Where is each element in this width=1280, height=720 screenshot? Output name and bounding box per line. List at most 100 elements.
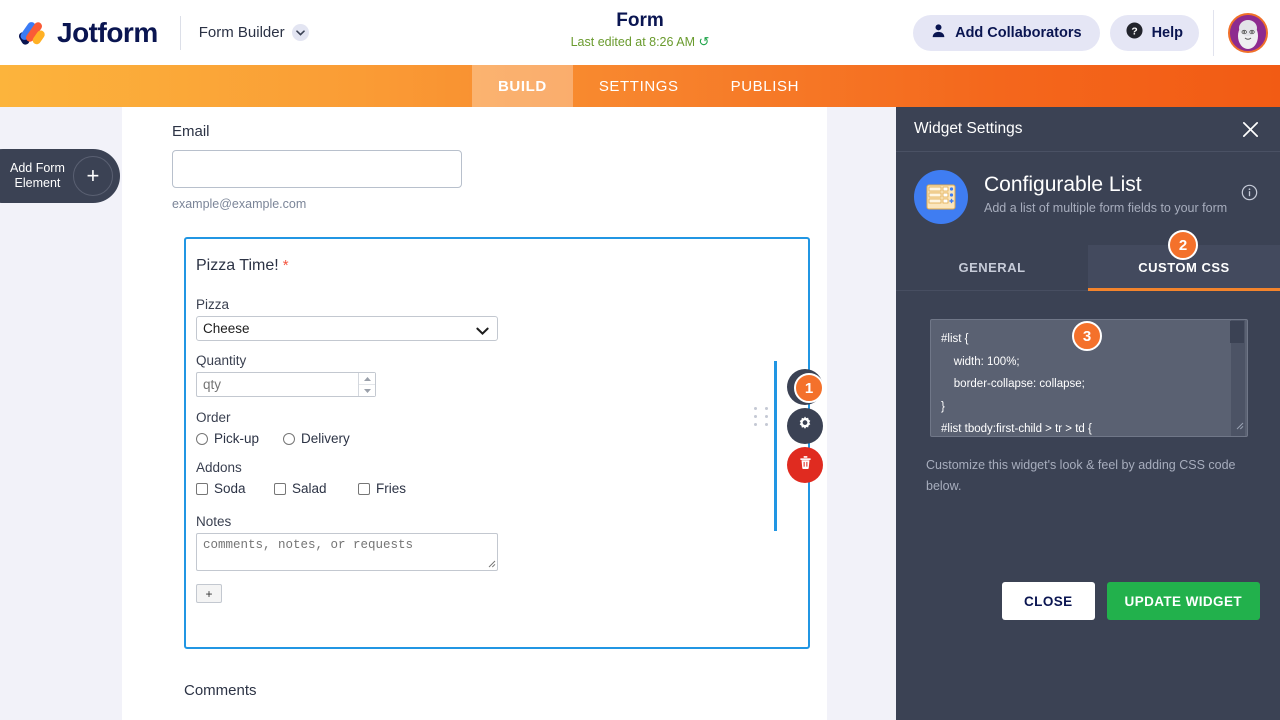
custom-css-hint: Customize this widget's look & feel by a… [926, 455, 1250, 497]
step-badge-1: 1 [794, 373, 824, 403]
pizza-label: Pizza [196, 297, 808, 312]
jotform-form-builder-app: Jotform Form Builder Form Last edited at… [0, 0, 1280, 720]
widget-info-text: Configurable List Add a list of multiple… [984, 170, 1227, 215]
checkbox-icon [358, 483, 370, 495]
jotform-logo-icon[interactable] [18, 18, 48, 48]
notes-textarea[interactable] [196, 533, 498, 571]
avatar[interactable] [1228, 13, 1268, 53]
widget-name: Configurable List [984, 172, 1227, 198]
step-badge-2: 2 [1168, 230, 1198, 260]
form-canvas: Email example@example.com Pizza Time!* P… [122, 107, 827, 720]
tab-settings[interactable]: SETTINGS [573, 65, 705, 107]
plus-icon: + [73, 156, 113, 196]
trash-icon [797, 454, 814, 476]
quantity-spinner-buttons [358, 373, 375, 396]
add-collaborators-button[interactable]: Add Collaborators [913, 15, 1099, 51]
order-radio-group: Pick-up Delivery [196, 431, 808, 446]
order-option-pickup[interactable]: Pick-up [196, 431, 259, 446]
email-field-block: Email example@example.com [172, 123, 827, 211]
canvas-right-gutter [827, 107, 896, 720]
widget-selection-edge [774, 361, 777, 531]
css-editor-resize-grip-icon [1235, 417, 1244, 435]
widget-info: Configurable List Add a list of multiple… [896, 152, 1280, 224]
order-option-delivery-label: Delivery [301, 431, 350, 446]
notes-label: Notes [196, 514, 808, 529]
order-option-pickup-label: Pick-up [214, 431, 259, 446]
addons-option-soda-label: Soda [214, 481, 246, 496]
configurable-list-widget[interactable]: Pizza Time!* Pizza Cheese Quantit [184, 237, 810, 649]
configurable-list-icon [914, 170, 968, 224]
addons-option-salad[interactable]: Salad [274, 481, 358, 496]
header-right-divider [1213, 10, 1214, 56]
help-label: Help [1152, 25, 1183, 41]
gear-icon [796, 415, 814, 438]
chevron-down-icon [292, 24, 309, 41]
add-row-button[interactable]: + [196, 584, 222, 603]
add-form-element-line2: Element [10, 176, 65, 191]
radio-icon [196, 433, 208, 445]
notes-textarea-wrap [196, 533, 498, 576]
pizza-select[interactable]: Cheese [196, 316, 498, 341]
checkbox-icon [274, 483, 286, 495]
checkbox-icon [196, 483, 208, 495]
brand-area: Jotform Form Builder [0, 16, 309, 50]
widget-description: Add a list of multiple form fields to yo… [984, 201, 1227, 215]
delete-widget-button[interactable] [787, 447, 823, 483]
add-form-element-label: Add Form Element [10, 161, 65, 191]
step-badge-3: 3 [1072, 321, 1102, 351]
brand-name: Jotform [57, 17, 158, 49]
quantity-input[interactable] [196, 372, 376, 397]
addons-checkbox-group: Soda Salad Fries [196, 481, 808, 496]
close-icon[interactable] [1241, 120, 1260, 139]
addons-option-soda[interactable]: Soda [196, 481, 274, 496]
order-option-delivery[interactable]: Delivery [283, 431, 350, 446]
email-label: Email [172, 123, 827, 140]
form-builder-label: Form Builder [199, 24, 285, 41]
top-header: Jotform Form Builder Form Last edited at… [0, 0, 1280, 65]
pizza-select-wrap: Cheese [196, 316, 498, 341]
person-icon [931, 23, 946, 43]
css-editor-scroll-thumb[interactable] [1230, 321, 1244, 343]
spinner-down-icon[interactable] [359, 385, 375, 396]
addons-option-fries[interactable]: Fries [358, 481, 406, 496]
nav-spacer [0, 65, 472, 107]
add-collaborators-label: Add Collaborators [955, 25, 1081, 41]
info-icon[interactable] [1241, 184, 1258, 206]
undo-icon[interactable]: ↺ [698, 34, 709, 49]
addons-option-fries-label: Fries [376, 481, 406, 496]
question-circle-icon: ? [1126, 22, 1143, 44]
close-button[interactable]: CLOSE [1002, 582, 1095, 620]
panel-header: Widget Settings [896, 107, 1280, 152]
order-label: Order [196, 410, 808, 425]
email-hint: example@example.com [172, 197, 827, 211]
add-form-element-button[interactable]: Add Form Element + [0, 149, 120, 203]
widget-body: Pizza Cheese Quantity [196, 275, 808, 603]
add-form-element-line1: Add Form [10, 161, 65, 176]
svg-text:?: ? [1131, 26, 1137, 37]
required-marker: * [283, 257, 289, 274]
spinner-up-icon[interactable] [359, 373, 375, 385]
drag-handle-icon[interactable] [754, 407, 770, 426]
tab-general[interactable]: GENERAL [896, 245, 1088, 290]
quantity-label: Quantity [196, 353, 808, 368]
last-edited-label: Last edited at 8:26 AM [571, 35, 695, 49]
widget-settings-button[interactable] [787, 408, 823, 444]
help-button[interactable]: ? Help [1110, 15, 1199, 51]
comments-label: Comments [184, 682, 827, 699]
radio-icon [283, 433, 295, 445]
header-divider [180, 16, 181, 50]
form-builder-dropdown[interactable]: Form Builder [199, 24, 309, 41]
update-widget-button[interactable]: UPDATE WIDGET [1107, 582, 1260, 620]
header-actions: Add Collaborators ? Help [913, 0, 1280, 65]
quantity-stepper [196, 372, 376, 397]
widget-title-text: Pizza Time! [196, 257, 279, 274]
tab-publish[interactable]: PUBLISH [705, 65, 825, 107]
panel-tabs: GENERAL CUSTOM CSS [896, 245, 1280, 291]
main-nav-tabs: BUILD SETTINGS PUBLISH [0, 65, 1280, 107]
addons-option-salad-label: Salad [292, 481, 327, 496]
tab-build[interactable]: BUILD [472, 65, 573, 107]
addons-label: Addons [196, 460, 808, 475]
form-fields: Email example@example.com Pizza Time!* P… [122, 107, 827, 699]
email-field[interactable] [172, 150, 462, 188]
widget-settings-panel: Widget Settings [896, 107, 1280, 720]
